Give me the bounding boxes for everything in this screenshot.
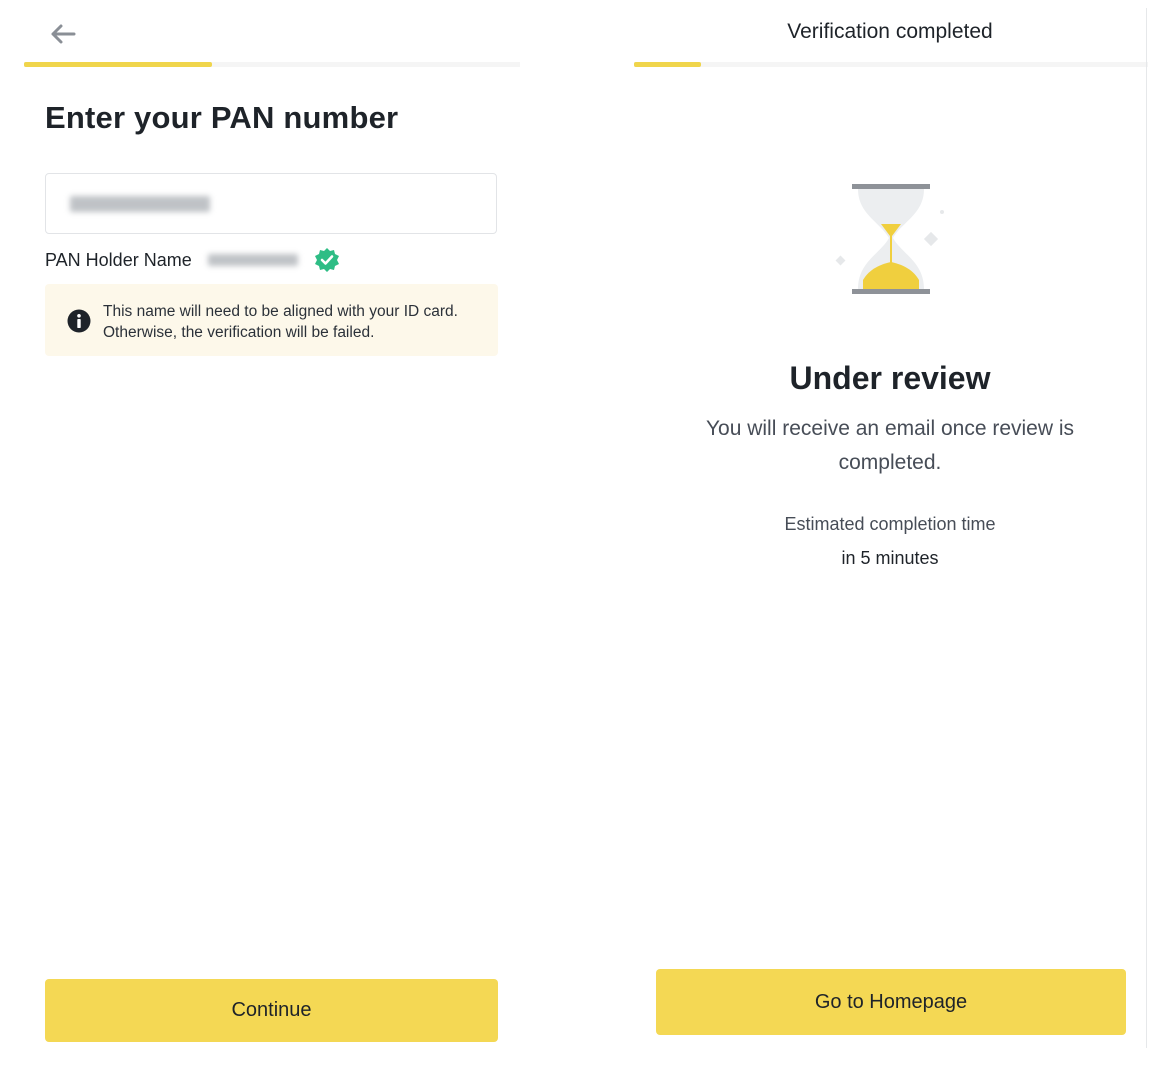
- eta-label: Estimated completion time: [784, 514, 996, 534]
- pan-entry-screen: Enter your PAN number PAN Holder Name Th…: [0, 0, 560, 1070]
- redacted-pan-value: [70, 195, 210, 212]
- header-title: Verification completed: [787, 20, 993, 43]
- continue-button[interactable]: Continue: [45, 979, 498, 1042]
- pan-number-input[interactable]: [45, 173, 497, 234]
- back-button[interactable]: [44, 20, 80, 52]
- info-icon: [67, 309, 91, 338]
- check-badge-icon: [314, 247, 340, 273]
- status-description: You will receive an email once review is…: [705, 417, 1075, 474]
- step-progress-bar: [24, 62, 520, 67]
- screen-divider: [1146, 8, 1147, 1048]
- hourglass-icon: [830, 176, 950, 300]
- page-title: Enter your PAN number: [45, 100, 399, 135]
- pan-holder-row: PAN Holder Name: [45, 246, 340, 274]
- notice-text: This name will need to be aligned with y…: [103, 303, 458, 341]
- eta-value: in 5 minutes: [841, 548, 939, 568]
- verification-status-screen: Verification completed Under review You …: [600, 0, 1174, 1070]
- step-progress-fill: [634, 62, 701, 67]
- step-progress-fill: [24, 62, 213, 67]
- status-title: Under review: [789, 360, 991, 396]
- name-alignment-notice: This name will need to be aligned with y…: [45, 284, 498, 356]
- step-progress-bar: [634, 62, 1148, 67]
- arrow-left-icon: [48, 22, 76, 51]
- go-to-homepage-button[interactable]: Go to Homepage: [656, 969, 1126, 1035]
- pan-holder-label: PAN Holder Name: [45, 249, 192, 270]
- redacted-holder-name: [207, 254, 298, 266]
